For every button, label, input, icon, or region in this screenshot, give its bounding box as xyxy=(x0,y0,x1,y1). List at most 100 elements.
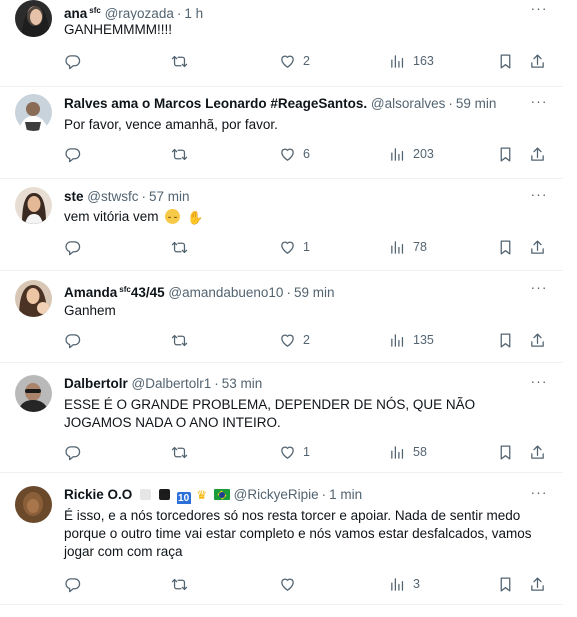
avatar[interactable] xyxy=(15,280,52,317)
action-bar: 3 xyxy=(64,574,549,594)
retweet-button[interactable] xyxy=(171,574,195,594)
views-icon xyxy=(391,577,404,591)
reply-button[interactable] xyxy=(64,237,88,257)
views-icon xyxy=(391,54,404,68)
share-button[interactable] xyxy=(529,237,546,257)
tweet[interactable]: Ralves ama o Marcos Leonardo #ReageSanto… xyxy=(0,86,563,179)
separator: · xyxy=(141,189,147,204)
share-button[interactable] xyxy=(529,574,546,594)
like-button[interactable]: 1 xyxy=(279,442,310,462)
retweet-button[interactable] xyxy=(171,442,195,462)
reply-button[interactable] xyxy=(64,51,88,71)
views-button[interactable]: 135 xyxy=(389,330,434,350)
timestamp[interactable]: 57 min xyxy=(149,189,190,204)
author-handle[interactable]: @RickyeRipie xyxy=(234,487,319,502)
tweet[interactable]: ana sfc @rayozada · 1 h ··· GANHEMMMM!!!! 2… xyxy=(0,0,563,87)
timestamp[interactable]: 59 min xyxy=(294,285,335,299)
tweet-text-row: vem vitória vem ✋ xyxy=(64,208,545,227)
tweet-header: Dalbertolr @Dalbertolr1 · 53 min xyxy=(64,375,531,393)
share-icon xyxy=(531,239,544,254)
share-button[interactable] xyxy=(529,51,546,71)
like-button[interactable]: 6 xyxy=(279,144,310,164)
retweet-button[interactable] xyxy=(171,237,195,257)
like-button[interactable]: 1 xyxy=(279,237,310,257)
author-handle[interactable]: @stwsfc xyxy=(87,189,138,204)
avatar[interactable] xyxy=(15,375,52,412)
tweet-text: Ganhem xyxy=(64,303,116,318)
author-name[interactable]: Amanda xyxy=(64,285,117,299)
share-button[interactable] xyxy=(529,144,546,164)
avatar[interactable] xyxy=(15,0,52,37)
avatar[interactable] xyxy=(15,94,52,131)
author-handle[interactable]: @amandabueno10 xyxy=(168,285,283,299)
like-icon xyxy=(281,446,294,459)
share-button[interactable] xyxy=(529,442,546,462)
tweet-text: GANHEMMMM!!!! xyxy=(64,22,172,37)
timestamp[interactable]: 1 h xyxy=(184,6,203,20)
crown-icon: ♛ xyxy=(196,488,208,502)
bookmark-button[interactable] xyxy=(497,442,514,462)
action-bar: 6 203 xyxy=(64,144,549,164)
more-icon[interactable]: ··· xyxy=(529,187,549,206)
brazil-flag-icon xyxy=(213,489,230,500)
tweet-header: Ralves ama o Marcos Leonardo #ReageSanto… xyxy=(64,95,531,113)
bookmark-button[interactable] xyxy=(497,51,514,71)
author-name[interactable]: ste xyxy=(64,189,84,204)
reply-button[interactable] xyxy=(64,442,88,462)
like-button[interactable]: 2 xyxy=(279,51,310,71)
like-button[interactable] xyxy=(279,574,303,594)
timestamp[interactable]: 53 min xyxy=(222,376,263,391)
like-button[interactable]: 2 xyxy=(279,330,310,350)
views-button[interactable]: 163 xyxy=(389,51,434,71)
timestamp[interactable]: 1 min xyxy=(329,487,362,502)
tweet-header: ste @stwsfc · 57 min xyxy=(64,188,531,206)
tweet[interactable]: ste @stwsfc · 57 min ··· vem vitória vem ✋… xyxy=(0,178,563,271)
action-bar: 2 135 xyxy=(64,330,549,350)
tweet[interactable]: Dalbertolr @Dalbertolr1 · 53 min ··· ESSE … xyxy=(0,362,563,473)
author-name[interactable]: Ralves ama o Marcos Leonardo #ReageSanto… xyxy=(64,96,367,111)
views-button[interactable]: 78 xyxy=(389,237,427,257)
share-button[interactable] xyxy=(529,330,546,350)
views-button[interactable]: 203 xyxy=(389,144,434,164)
share-icon xyxy=(531,444,544,459)
views-button[interactable]: 58 xyxy=(389,442,427,462)
reply-button[interactable] xyxy=(64,574,88,594)
like-icon xyxy=(281,148,294,161)
reply-icon xyxy=(65,333,81,348)
author-handle[interactable]: @alsoralves xyxy=(371,96,445,111)
bookmark-button[interactable] xyxy=(497,237,514,257)
author-handle[interactable]: @rayozada xyxy=(105,6,174,20)
author-name[interactable]: Rickie O.O xyxy=(64,487,132,502)
reply-button[interactable] xyxy=(64,330,88,350)
like-icon xyxy=(281,334,294,347)
avatar[interactable] xyxy=(15,187,52,224)
white-square-icon xyxy=(140,489,152,500)
more-icon[interactable]: ··· xyxy=(529,1,549,20)
retweet-icon xyxy=(171,241,188,253)
share-icon xyxy=(531,576,544,591)
retweet-button[interactable] xyxy=(171,144,195,164)
bookmark-button[interactable] xyxy=(497,144,514,164)
author-name[interactable]: ana xyxy=(64,6,87,20)
retweet-icon xyxy=(171,148,188,160)
more-icon[interactable]: ··· xyxy=(529,280,549,299)
bookmark-icon xyxy=(500,146,511,162)
more-icon[interactable]: ··· xyxy=(529,374,549,393)
views-icon xyxy=(391,333,404,347)
tweet[interactable]: Rickie O.O 10 ♛ @RickyeRipie · 1 min ··· É… xyxy=(0,472,563,605)
views-button[interactable]: 3 xyxy=(389,574,420,594)
bookmark-icon xyxy=(500,576,511,592)
retweet-button[interactable] xyxy=(171,51,195,71)
author-name[interactable]: Dalbertolr xyxy=(64,376,128,391)
avatar[interactable] xyxy=(15,486,52,523)
tweet-text: ESSE É O GRANDE PROBLEMA, DEPENDER DE NÓ… xyxy=(64,397,476,430)
bookmark-button[interactable] xyxy=(497,574,514,594)
timestamp[interactable]: 59 min xyxy=(456,96,497,111)
tweet[interactable]: Amanda sfc43/45 @amandabueno10 · 59 min ···… xyxy=(0,270,563,363)
more-icon[interactable]: ··· xyxy=(529,94,549,113)
author-handle[interactable]: @Dalbertolr1 xyxy=(132,376,212,391)
more-icon[interactable]: ··· xyxy=(529,485,549,504)
retweet-button[interactable] xyxy=(171,330,195,350)
bookmark-button[interactable] xyxy=(497,330,514,350)
reply-button[interactable] xyxy=(64,144,88,164)
